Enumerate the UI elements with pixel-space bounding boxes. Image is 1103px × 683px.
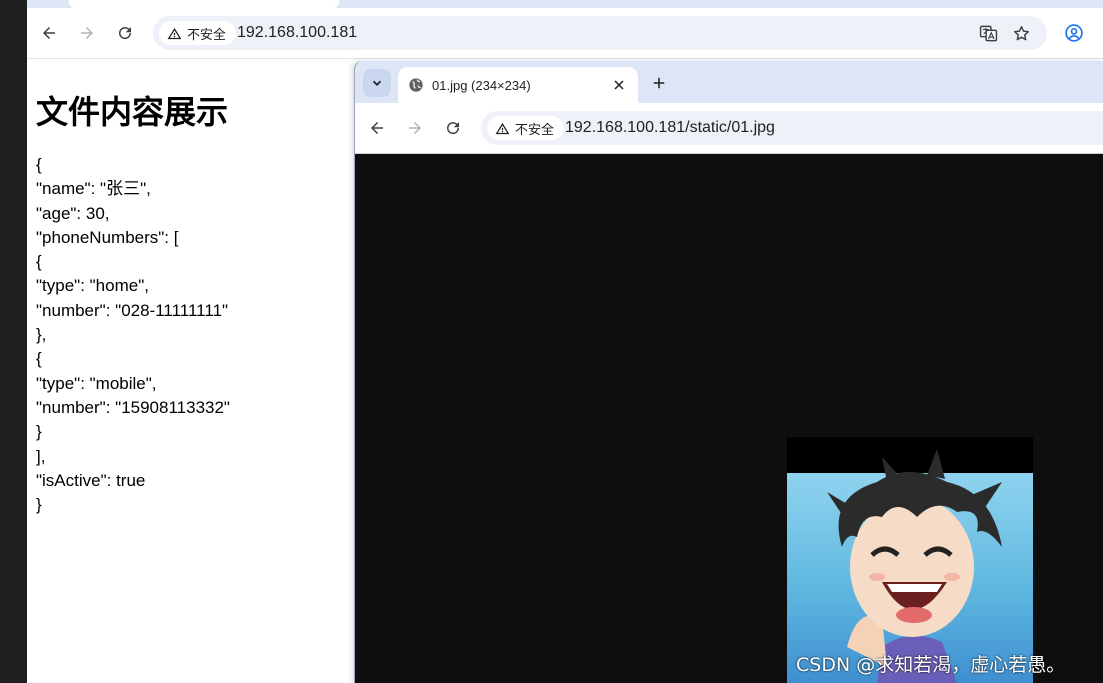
json-line: "number": "028-11111111" [36, 300, 229, 320]
popup-url-text[interactable]: 192.168.100.181/static/01.jpg [565, 119, 775, 137]
account-icon [1065, 24, 1083, 42]
json-line: { [36, 155, 42, 174]
reload-icon [119, 27, 132, 40]
globe-icon [409, 78, 423, 92]
json-line: "isActive": true [36, 470, 146, 490]
displayed-image [787, 437, 1033, 683]
url-text[interactable]: 192.168.100.181 [237, 24, 357, 42]
popup-security-label: 不安全 [515, 122, 555, 138]
cartoon-character-image [827, 449, 1002, 683]
json-line: "name": "张三", [36, 179, 151, 199]
popup-forward-button[interactable] [401, 114, 429, 142]
page-content: 文件内容展示 { "name": "张三", "age": 30, "phone… [27, 59, 355, 683]
json-line: "type": "home", [36, 276, 149, 296]
json-line: ], [36, 446, 46, 466]
popup-toolbar: 不安全 192.168.100.181/static/01.jpg [355, 103, 1103, 154]
json-line: { [36, 252, 42, 272]
json-line: }, [36, 325, 47, 345]
tab-search-button[interactable] [363, 69, 391, 97]
json-line: "phoneNumbers": [ [36, 227, 179, 247]
json-line: "number": "15908113332" [36, 397, 230, 417]
reload-button[interactable] [111, 19, 139, 47]
warning-triangle-icon [495, 122, 510, 134]
arrow-right-icon [409, 122, 421, 134]
close-icon [614, 80, 624, 90]
star-icon [1013, 25, 1029, 40]
active-tab-edge[interactable] [69, 0, 339, 8]
popup-address-bar[interactable]: 不安全 192.168.100.181/static/01.jpg [481, 111, 1103, 145]
page-title: 文件内容展示 [36, 93, 229, 131]
json-line: } [36, 495, 42, 515]
new-tab-button[interactable] [648, 72, 670, 94]
chevron-down-icon [372, 80, 382, 86]
watermark-text: CSDN @求知若渴，虚心若愚。 [796, 654, 1066, 676]
popup-browser-window: 01.jpg (234×234) 不安全 192.168.100.181/sta… [354, 61, 1103, 683]
left-window-edge [0, 0, 27, 683]
tab-title: 01.jpg (234×234) [432, 77, 531, 93]
popup-reload-button[interactable] [439, 114, 467, 142]
security-chip[interactable]: 不安全 [159, 21, 237, 45]
popup-tab-strip: 01.jpg (234×234) [355, 61, 1103, 103]
arrow-left-icon [371, 122, 383, 134]
arrow-right-icon [81, 27, 93, 39]
forward-button[interactable] [73, 19, 101, 47]
security-label: 不安全 [187, 27, 227, 43]
address-bar[interactable]: 不安全 192.168.100.181 [153, 16, 1047, 50]
profile-button[interactable] [1060, 19, 1088, 47]
plus-icon [653, 77, 665, 89]
reload-icon [447, 122, 460, 135]
popup-security-chip[interactable]: 不安全 [487, 116, 565, 140]
translate-icon [979, 25, 997, 41]
close-tab-button[interactable] [610, 76, 628, 94]
back-button[interactable] [35, 19, 63, 47]
json-line: "age": 30, [36, 203, 110, 223]
browser-tab-strip [27, 0, 1103, 8]
warning-triangle-icon [167, 27, 182, 39]
popup-back-button[interactable] [363, 114, 391, 142]
tab-image[interactable]: 01.jpg (234×234) [398, 67, 638, 103]
json-line: } [36, 422, 42, 442]
json-line: { [36, 349, 42, 369]
json-line: "type": "mobile", [36, 373, 157, 393]
browser-toolbar: 不安全 192.168.100.181 [27, 8, 1103, 59]
translate-button[interactable] [977, 22, 999, 44]
bookmark-button[interactable] [1010, 22, 1032, 44]
arrow-left-icon [43, 27, 55, 39]
json-content: { "name": "张三", "age": 30, "phoneNumbers… [36, 153, 230, 517]
